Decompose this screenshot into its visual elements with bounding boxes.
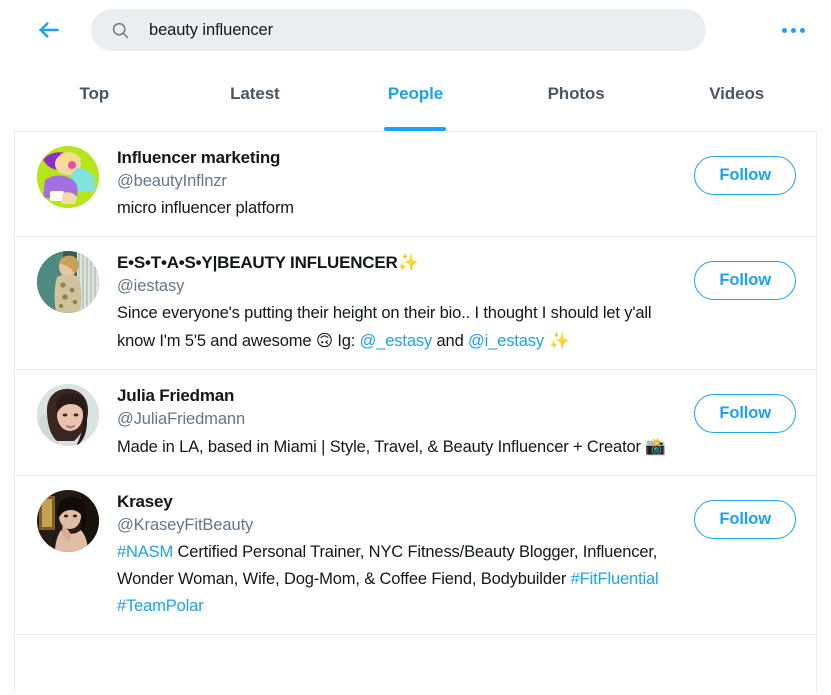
people-result-row[interactable]: Influencer marketing @beautyInflnzr micro …: [15, 132, 816, 237]
hashtag-link[interactable]: #TeamPolar: [117, 597, 204, 615]
result-body: Julia Friedman @JuliaFriedmann Made in LA,…: [117, 384, 686, 461]
hashtag-link[interactable]: #NASM: [117, 543, 173, 561]
sparkles-icon: ✨: [397, 253, 419, 273]
people-result-row[interactable]: E•S•T•A•S•Y|BEAUTY INFLUENCER✨ @iestasy Si…: [15, 237, 816, 370]
result-body: Influencer marketing @beautyInflnzr micro …: [117, 146, 686, 222]
user-handle[interactable]: @KraseyFitBeauty: [117, 513, 686, 537]
emoji-glyph: ✨: [543, 331, 570, 350]
dot: [781, 27, 787, 33]
follow-button-wrap: Follow: [686, 384, 796, 461]
search-input[interactable]: [149, 20, 688, 40]
avatar[interactable]: [37, 384, 99, 446]
display-name[interactable]: Influencer marketing: [117, 147, 686, 169]
display-name[interactable]: Krasey: [117, 491, 686, 513]
follow-button-wrap: Follow: [686, 251, 796, 355]
tab-label: Videos: [709, 83, 765, 103]
result-body: Krasey @KraseyFitBeauty #NASM Certified Pe…: [117, 490, 686, 620]
display-name-text: Influencer marketing: [117, 148, 281, 167]
search-icon: [109, 19, 131, 41]
bio-text: Made in LA, based in Miami | Style, Trav…: [117, 438, 646, 456]
people-result-row[interactable]: Julia Friedman @JuliaFriedmann Made in LA,…: [15, 370, 816, 476]
display-name[interactable]: E•S•T•A•S•Y|BEAUTY INFLUENCER✨: [117, 252, 686, 274]
user-bio: Made in LA, based in Miami | Style, Trav…: [117, 433, 686, 461]
tab-latest[interactable]: Latest: [175, 60, 336, 131]
emoji-glyph: 📸: [645, 437, 666, 456]
tab-videos[interactable]: Videos: [656, 60, 817, 131]
avatar[interactable]: [37, 490, 99, 552]
avatar[interactable]: [37, 251, 99, 313]
emoji-glyph: 🙃: [315, 331, 333, 350]
tab-people[interactable]: People: [335, 60, 496, 131]
mention-link[interactable]: @i_estasy: [468, 332, 544, 350]
tab-label: Photos: [547, 83, 605, 103]
user-handle[interactable]: @JuliaFriedmann: [117, 407, 686, 431]
people-result-row[interactable]: Krasey @KraseyFitBeauty #NASM Certified Pe…: [15, 476, 816, 635]
follow-button[interactable]: Follow: [694, 156, 796, 195]
display-name-text: Julia Friedman: [117, 386, 235, 405]
display-name[interactable]: Julia Friedman: [117, 385, 686, 407]
follow-button[interactable]: Follow: [694, 500, 796, 539]
dot: [790, 27, 796, 33]
follow-button[interactable]: Follow: [694, 261, 796, 300]
user-handle[interactable]: @iestasy: [117, 274, 686, 298]
twitter-search-people-page: Top Latest People Photos Videos Influencer m…: [0, 0, 831, 695]
tab-label: Top: [79, 83, 110, 103]
active-tab-underline: [384, 127, 447, 131]
tab-label: People: [387, 83, 444, 103]
follow-button[interactable]: Follow: [694, 394, 796, 433]
user-bio: micro influencer platform: [117, 195, 686, 222]
tab-top[interactable]: Top: [14, 60, 175, 131]
bio-text: Ig:: [332, 332, 360, 350]
back-arrow-icon[interactable]: [32, 13, 66, 47]
search-result-tabs: Top Latest People Photos Videos: [14, 60, 817, 132]
user-handle[interactable]: @beautyInflnzr: [117, 169, 686, 193]
follow-button-wrap: Follow: [686, 490, 796, 620]
display-name-text: E•S•T•A•S•Y|BEAUTY INFLUENCER: [117, 253, 398, 272]
tab-photos[interactable]: Photos: [496, 60, 657, 131]
result-body: E•S•T•A•S•Y|BEAUTY INFLUENCER✨ @iestasy Si…: [117, 251, 686, 355]
display-name-text: Krasey: [117, 492, 173, 511]
follow-button-wrap: Follow: [686, 146, 796, 222]
more-options-icon[interactable]: [773, 10, 813, 50]
dot: [799, 27, 805, 33]
search-box[interactable]: [91, 9, 706, 51]
user-bio: Since everyone's putting their height on…: [117, 300, 686, 355]
tab-label: Latest: [230, 83, 280, 103]
search-header: [0, 0, 831, 60]
bio-text: and: [432, 332, 469, 350]
people-results-list: Influencer marketing @beautyInflnzr micro …: [14, 132, 817, 693]
bio-text: micro influencer platform: [117, 199, 294, 217]
hashtag-link[interactable]: #FitFluential: [571, 570, 659, 588]
avatar[interactable]: [37, 146, 99, 208]
mention-link[interactable]: @_estasy: [360, 332, 433, 350]
user-bio: #NASM Certified Personal Trainer, NYC Fi…: [117, 539, 686, 620]
